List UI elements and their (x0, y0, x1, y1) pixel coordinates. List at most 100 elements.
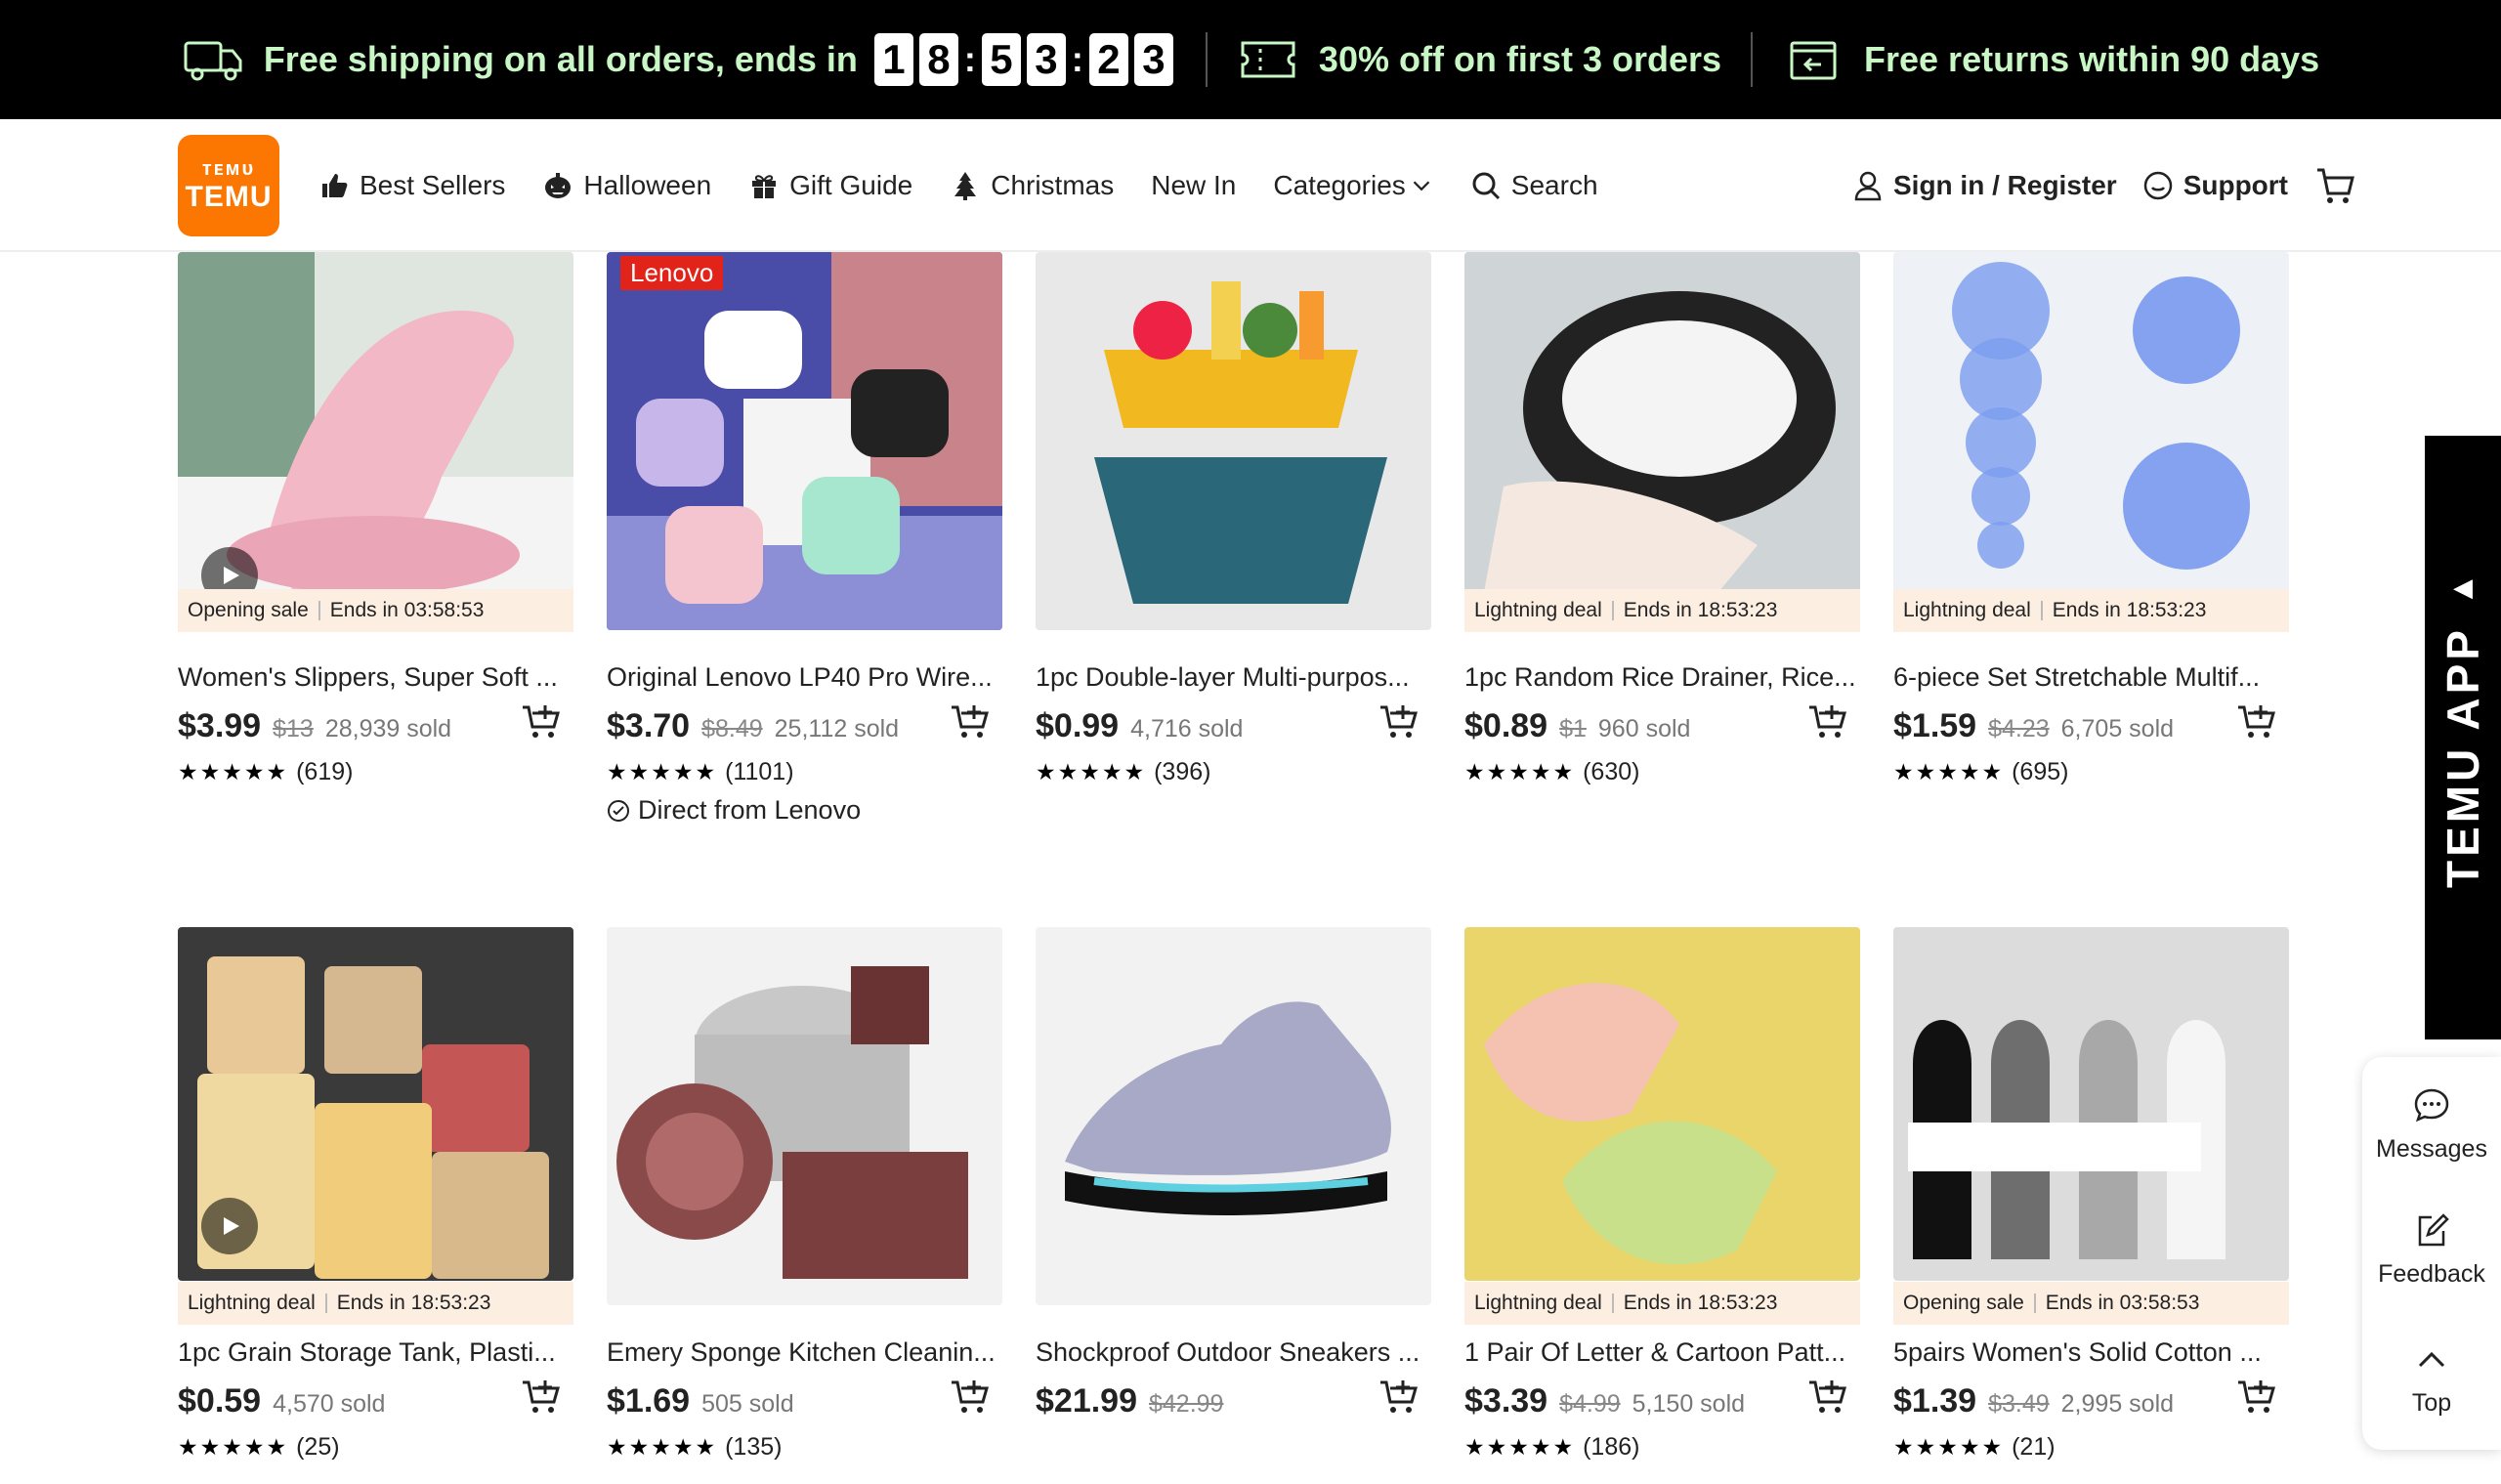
countdown-timer: 1 8 : 5 3 : 2 3 (871, 33, 1176, 86)
add-to-cart-icon[interactable] (2236, 701, 2279, 741)
pumpkin-icon (545, 173, 572, 198)
add-to-cart-icon[interactable] (950, 701, 993, 741)
nav-halloween[interactable]: Halloween (542, 170, 711, 201)
price-row: $3.39 $4.99 5,150 sold (1464, 1380, 1860, 1420)
stars-icon: ★★★★★ (178, 759, 289, 784)
product-image[interactable] (1464, 252, 1860, 592)
deal-divider (324, 1293, 327, 1313)
product-price: $0.59 (178, 1382, 262, 1420)
sold-count: 4,716 sold (1130, 715, 1244, 742)
cart-button[interactable] (2313, 164, 2356, 207)
product-title[interactable]: 1 Pair Of Letter & Cartoon Patt... (1464, 1337, 1860, 1368)
deal-banner: Opening sale Ends in 03:58:53 (178, 589, 573, 632)
support-link[interactable]: Support (2142, 170, 2288, 201)
stars-icon: ★★★★★ (1893, 1434, 2005, 1460)
timer-digit: 2 (1088, 33, 1128, 86)
timer-digit: 3 (1133, 33, 1173, 86)
stars-icon: ★★★★★ (607, 759, 718, 784)
deal-ends: Ends in 03:58:53 (2045, 1292, 2200, 1314)
product-image[interactable] (607, 927, 1002, 1305)
review-count: (1101) (725, 758, 794, 785)
nav-search[interactable]: Search (1470, 170, 1598, 201)
deal-ends: Ends in 18:53:23 (2052, 599, 2207, 621)
support-label: Support (2183, 170, 2288, 200)
nav-label: Gift Guide (789, 170, 913, 200)
product-image[interactable] (607, 252, 1002, 630)
product-image[interactable] (1036, 927, 1431, 1305)
header-actions: Sign in / Register Support (1827, 119, 2356, 252)
product-title[interactable]: Emery Sponge Kitchen Cleanin... (607, 1337, 1002, 1368)
price-row: $0.59 4,570 sold (178, 1380, 573, 1420)
original-price: $4.99 (1559, 1390, 1621, 1418)
messages-button[interactable]: Messages (2362, 1086, 2501, 1164)
price-row: $1.59 $4.23 6,705 sold (1893, 705, 2289, 745)
product-image[interactable] (1464, 927, 1860, 1281)
nav-categories[interactable]: Categories (1273, 170, 1432, 201)
add-to-cart-icon[interactable] (950, 1377, 993, 1416)
add-to-cart-icon[interactable] (1378, 1377, 1421, 1416)
rating: ★★★★★ (21) (1893, 1433, 2056, 1462)
timer-colon: : (1071, 39, 1083, 79)
add-to-cart-icon[interactable] (2236, 1377, 2279, 1416)
rating: ★★★★★ (1101) (607, 758, 794, 786)
sign-in-link[interactable]: Sign in / Register (1852, 170, 2117, 201)
app-download-banner[interactable]: ◀ TEMU APP (2425, 436, 2501, 1039)
original-price: $3.49 (1988, 1390, 2050, 1418)
deal-divider (1611, 1293, 1614, 1313)
deal-type: Opening sale (1903, 1292, 2024, 1314)
product-title[interactable]: 1pc Random Rice Drainer, Rice... (1464, 662, 1860, 693)
deal-divider (318, 601, 320, 620)
timer-colon: : (963, 39, 976, 79)
nav-new-in[interactable]: New In (1151, 170, 1236, 201)
price-row: $1.39 $3.49 2,995 sold (1893, 1380, 2289, 1420)
nav-christmas[interactable]: Christmas (950, 170, 1114, 201)
christmas-tree-icon (954, 172, 977, 200)
product-title[interactable]: 1pc Grain Storage Tank, Plasti... (178, 1337, 573, 1368)
sold-count: 28,939 sold (324, 715, 452, 742)
price-row: $21.99 $42.99 (1036, 1380, 1431, 1420)
product-price: $3.70 (607, 707, 691, 744)
rating: ★★★★★ (619) (178, 758, 353, 786)
return-box-icon (1782, 35, 1844, 84)
product-image[interactable] (1036, 252, 1431, 630)
add-to-cart-icon[interactable] (1807, 1377, 1850, 1416)
feedback-button[interactable]: Feedback (2362, 1211, 2501, 1289)
stars-icon: ★★★★★ (1036, 759, 1147, 784)
nav-gift-guide[interactable]: Gift Guide (748, 170, 912, 201)
product-title[interactable]: Original Lenovo LP40 Pro Wire... (607, 662, 1002, 693)
product-title[interactable]: 1pc Double-layer Multi-purpos... (1036, 662, 1431, 693)
add-to-cart-icon[interactable] (1807, 701, 1850, 741)
product-price: $1.59 (1893, 707, 1977, 744)
original-price: $4.23 (1988, 715, 2050, 742)
promo-divider (1751, 32, 1754, 87)
product-price: $0.89 (1464, 707, 1548, 744)
product-title[interactable]: 5pairs Women's Solid Cotton ... (1893, 1337, 2289, 1368)
app-banner-label: TEMU APP (2437, 626, 2488, 888)
add-to-cart-icon[interactable] (521, 1377, 564, 1416)
sold-count: 4,570 sold (273, 1390, 386, 1418)
timer-digit: 3 (1026, 33, 1066, 86)
timer-digit: 1 (873, 33, 913, 86)
search-icon (1472, 172, 1500, 200)
promo-discount: 30% off on first 3 orders (1237, 35, 1721, 84)
stars-icon: ★★★★★ (1464, 1434, 1576, 1460)
product-image[interactable] (1893, 252, 2289, 592)
cart-icon (2317, 168, 2354, 203)
product-image[interactable] (1893, 927, 2289, 1281)
product-title[interactable]: Women's Slippers, Super Soft ... (178, 662, 573, 693)
nav-best-sellers[interactable]: Best Sellers (318, 170, 505, 201)
temu-logo[interactable]: ᴛᴇᴍᴜ TEMU (178, 135, 279, 236)
gift-icon (752, 175, 777, 198)
product-title[interactable]: Shockproof Outdoor Sneakers ... (1036, 1337, 1431, 1368)
back-to-top-button[interactable]: Top (2362, 1340, 2501, 1418)
deal-type: Lightning deal (1474, 1292, 1602, 1314)
review-count: (25) (296, 1433, 340, 1461)
nav-label: Christmas (991, 170, 1115, 200)
price-row: $0.89 $1 960 sold (1464, 705, 1860, 745)
product-title[interactable]: 6-piece Set Stretchable Multif... (1893, 662, 2289, 693)
add-to-cart-icon[interactable] (521, 701, 564, 741)
rating: ★★★★★ (135) (607, 1433, 782, 1462)
add-to-cart-icon[interactable] (1378, 701, 1421, 741)
play-icon[interactable] (201, 1198, 258, 1254)
product-price: $21.99 (1036, 1382, 1137, 1420)
